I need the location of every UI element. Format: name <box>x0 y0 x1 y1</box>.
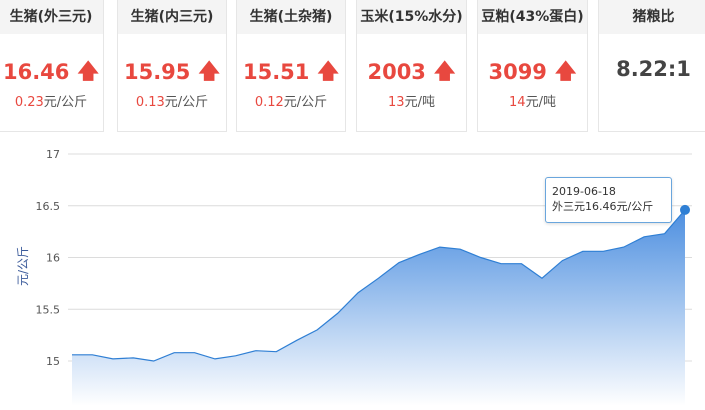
card-price: 15.95 <box>123 60 191 84</box>
y-tick-label: 15 <box>46 355 60 368</box>
card-title: 生猪(土杂猪) <box>237 0 345 34</box>
highlight-point[interactable] <box>680 204 690 215</box>
y-tick-label: 16.5 <box>36 200 61 213</box>
up-arrow-icon: 🡅 <box>433 59 456 83</box>
y-tick-label: 16 <box>46 252 60 265</box>
up-arrow-icon: 🡅 <box>77 59 100 83</box>
y-axis-label: 元/公斤 <box>16 245 30 286</box>
card-price: 15.51 <box>242 60 310 84</box>
price-area <box>72 209 685 406</box>
up-arrow-icon: 🡅 <box>554 59 577 83</box>
card-pig-local[interactable]: 生猪(土杂猪) 15.51 🡅 0.12元/公斤 <box>236 0 346 132</box>
y-tick-label: 15.5 <box>36 303 61 316</box>
card-change-value: 0.12 <box>254 95 284 110</box>
card-change-value: 0.23 <box>14 95 44 110</box>
card-change-unit: 元/公斤 <box>283 95 328 110</box>
card-title: 豆粕(43%蛋白) <box>478 0 587 34</box>
price-chart: 15 15.5 16 16.5 17 <box>0 135 705 406</box>
y-tick-label: 17 <box>46 148 60 161</box>
card-title: 生猪(内三元) <box>118 0 226 34</box>
card-change-value: 14 <box>509 95 526 110</box>
card-price: 2003 <box>367 60 426 84</box>
card-corn[interactable]: 玉米(15%水分) 2003 🡅 13元/吨 <box>356 0 467 132</box>
card-title: 生猪(外三元) <box>0 0 103 34</box>
up-arrow-icon: 🡅 <box>198 59 221 83</box>
tooltip-value: 外三元16.46元/公斤 <box>552 200 654 213</box>
card-change-unit: 元/公斤 <box>43 95 88 110</box>
card-title: 玉米(15%水分) <box>357 0 466 34</box>
card-change-unit: 元/吨 <box>404 95 435 110</box>
card-title: 猪粮比 <box>599 0 705 34</box>
card-soymeal[interactable]: 豆粕(43%蛋白) 3099 🡅 14元/吨 <box>477 0 588 132</box>
chart-tooltip: 2019-06-18 外三元16.46元/公斤 <box>545 177 672 223</box>
up-arrow-icon: 🡅 <box>317 59 340 83</box>
price-cards: 生猪(外三元) 16.46 🡅 0.23元/公斤 生猪(内三元) 15.95 🡅 0… <box>0 0 705 135</box>
card-change-value: 0.13 <box>135 95 165 110</box>
card-pig-inner-3yuan[interactable]: 生猪(内三元) 15.95 🡅 0.13元/公斤 <box>117 0 227 132</box>
card-change-value: 13 <box>388 95 405 110</box>
price-chart-svg: 15 15.5 16 16.5 17 <box>36 148 692 406</box>
card-pig-grain-ratio[interactable]: 猪粮比 8.22:1 <box>598 0 705 132</box>
card-price: 8.22:1 <box>616 57 691 81</box>
card-change-unit: 元/公斤 <box>164 95 209 110</box>
card-price: 3099 <box>488 60 547 84</box>
card-price: 16.46 <box>2 60 70 84</box>
card-change-unit: 元/吨 <box>525 95 556 110</box>
tooltip-date: 2019-06-18 <box>552 185 616 198</box>
card-pig-outer-3yuan[interactable]: 生猪(外三元) 16.46 🡅 0.23元/公斤 <box>0 0 104 132</box>
